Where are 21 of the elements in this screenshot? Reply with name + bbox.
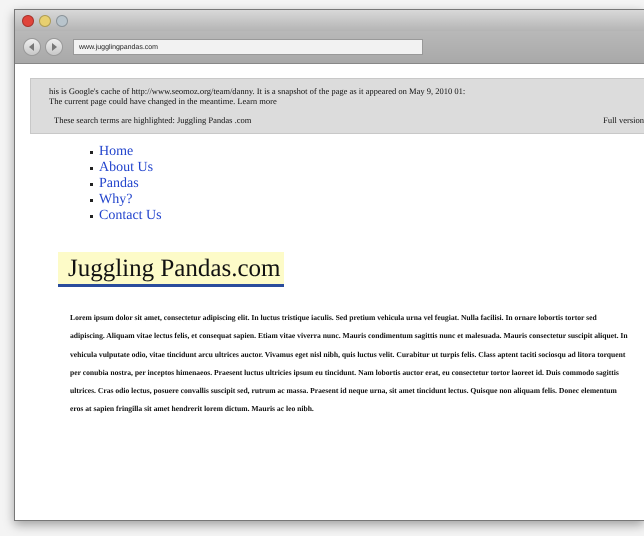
site-title: Juggling Pandas.com xyxy=(58,252,284,287)
forward-arrow-icon xyxy=(50,43,58,51)
forward-button[interactable] xyxy=(45,38,63,56)
cache-notice: his is Google's cache of http://www.seomoz.org/team/danny. It is a snapshot of the page as it appeared on May 9, 2010 01: xyxy=(49,86,466,96)
back-arrow-icon xyxy=(28,43,36,51)
bullet-icon xyxy=(90,214,93,218)
nav-link[interactable]: Home xyxy=(99,144,134,160)
full-version-link[interactable]: Full version xyxy=(603,115,644,125)
nav-link[interactable]: Contact Us xyxy=(99,208,162,224)
back-button[interactable] xyxy=(23,38,41,56)
bullet-icon xyxy=(90,166,93,170)
cache-notice: The current page could have changed in the meantime. Learn more xyxy=(49,96,278,106)
nav-link[interactable]: About Us xyxy=(99,160,154,176)
zoom-icon[interactable] xyxy=(56,14,68,26)
bullet-icon xyxy=(90,182,93,186)
bullet-icon xyxy=(90,198,93,202)
highlighted-terms: These search terms are highlighted: Juggling Pandas .com xyxy=(54,115,252,125)
close-icon[interactable] xyxy=(22,14,34,26)
nav-link[interactable]: Why? xyxy=(99,192,132,208)
nav-link[interactable]: Pandas xyxy=(99,176,139,192)
bullet-icon xyxy=(90,150,93,154)
